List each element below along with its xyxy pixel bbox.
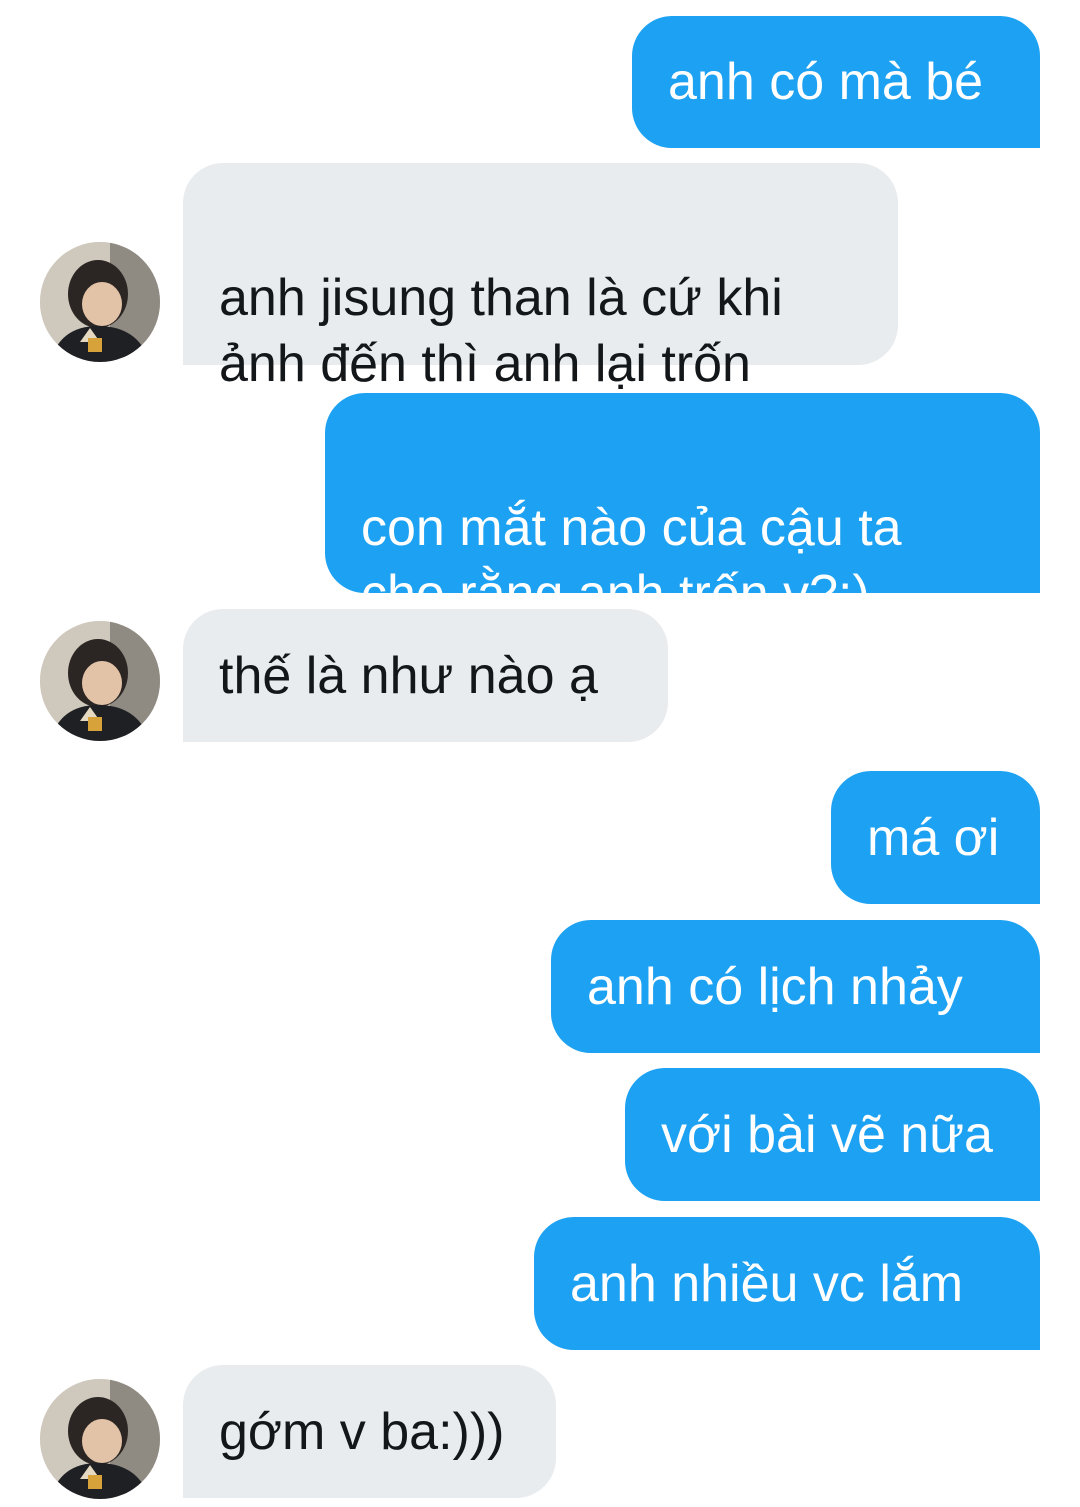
message-bubble-outgoing[interactable]: với bài vẽ nữa xyxy=(625,1068,1040,1201)
message-text: anh có mà bé xyxy=(668,53,984,111)
contact-avatar[interactable] xyxy=(40,621,160,741)
message-bubble-outgoing[interactable]: má ơi xyxy=(831,771,1040,904)
message-bubble-incoming[interactable]: gớm v ba:))) xyxy=(183,1365,556,1498)
message-bubble-outgoing[interactable]: con mắt nào của cậu ta cho rằng anh trốn… xyxy=(325,393,1040,623)
avatar-icon xyxy=(40,621,160,741)
message-bubble-incoming[interactable]: anh jisung than là cứ khi ảnh đến thì an… xyxy=(183,163,898,393)
message-bubble-outgoing[interactable]: anh nhiều vc lắm xyxy=(534,1217,1040,1350)
message-text: gớm v ba:))) xyxy=(219,1402,505,1461)
message-text: với bài vẽ nữa xyxy=(661,1105,993,1164)
conversation-thread: anh có mà bé anh jisung than là cứ khi ả… xyxy=(0,0,1080,1507)
message-bubble-outgoing[interactable]: anh có mà bé xyxy=(632,16,1040,148)
message-text: con mắt nào của cậu ta cho rằng anh trốn… xyxy=(361,499,902,623)
avatar-icon xyxy=(40,242,160,362)
message-text: anh có lịch nhảy xyxy=(587,957,963,1016)
avatar-icon xyxy=(40,1379,160,1499)
message-text: anh nhiều vc lắm xyxy=(570,1254,964,1313)
contact-avatar[interactable] xyxy=(40,242,160,362)
message-text: anh jisung than là cứ khi ảnh đến thì an… xyxy=(219,269,783,393)
message-text: má ơi xyxy=(867,808,1000,867)
message-bubble-incoming[interactable]: thế là như nào ạ xyxy=(183,609,668,742)
message-bubble-outgoing[interactable]: anh có lịch nhảy xyxy=(551,920,1040,1053)
contact-avatar[interactable] xyxy=(40,1379,160,1499)
message-text: thế là như nào ạ xyxy=(219,646,598,705)
